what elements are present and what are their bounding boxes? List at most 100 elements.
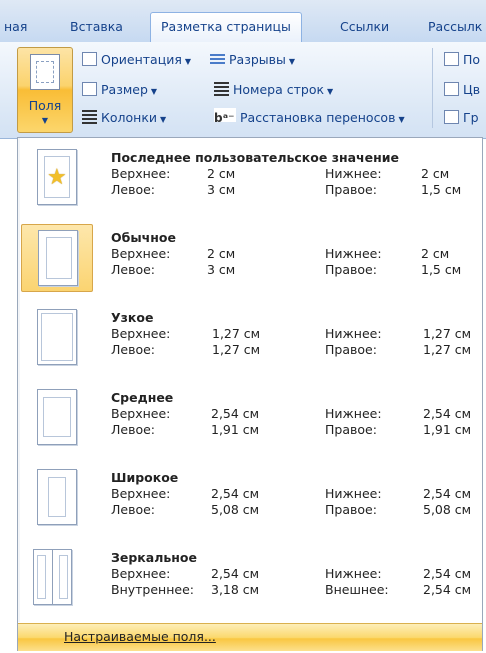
preset-title: Среднее: [111, 390, 174, 405]
columns-label: Колонки: [101, 110, 158, 125]
preset-normal[interactable]: Обычное Верхнее: 2 см Нижнее: 2 см Левое…: [18, 220, 482, 300]
preset-left-label: Левое:: [111, 502, 156, 517]
preset-bottom-label: Нижнее:: [325, 166, 382, 181]
preset-right-label: Правое:: [325, 502, 377, 517]
watermark-button[interactable]: По: [444, 50, 480, 70]
preset-top-value: 2 см: [207, 246, 236, 261]
custom-margins-menu-item[interactable]: Настраиваемые поля...: [18, 623, 482, 651]
preset-top-label: Верхнее:: [111, 246, 171, 261]
tab-home[interactable]: ная: [4, 14, 27, 40]
breaks-icon: [210, 52, 225, 66]
preset-right-label: Правое:: [325, 342, 377, 357]
page-color-icon: [444, 82, 459, 96]
normal-margins-icon: [38, 230, 78, 286]
preset-title: Последнее пользовательское значение: [111, 150, 399, 165]
hyphenation-icon: bᵃ⁻: [214, 108, 236, 125]
preset-top-label: Верхнее:: [111, 326, 171, 341]
hyphenation-label: Расстановка переносов: [240, 110, 396, 125]
orientation-button[interactable]: Ориентация ▼: [82, 50, 191, 70]
preset-inside-label: Внутреннее:: [111, 582, 194, 597]
preset-top-value: 2,54 см: [211, 566, 260, 581]
preset-narrow[interactable]: Узкое Верхнее: 1,27 см Нижнее: 1,27 см Л…: [18, 300, 482, 380]
preset-bottom-label: Нижнее:: [325, 246, 382, 261]
preset-bottom-label: Нижнее:: [325, 486, 382, 501]
preset-right-label: Правое:: [325, 422, 377, 437]
preset-bottom-label: Нижнее:: [325, 566, 382, 581]
preset-top-value: 2,54 см: [211, 406, 260, 421]
preset-moderate[interactable]: Среднее Верхнее: 2,54 см Нижнее: 2,54 см…: [18, 380, 482, 460]
preset-left-label: Левое:: [111, 422, 156, 437]
breaks-button[interactable]: Разрывы ▼: [210, 50, 295, 70]
preset-title: Обычное: [111, 230, 176, 245]
preset-right-value: 1,5 см: [421, 182, 462, 197]
preset-right-value: 1,27 см: [423, 342, 472, 357]
size-button[interactable]: Размер ▼: [82, 80, 157, 100]
preset-right-value: 5,08 см: [423, 502, 472, 517]
preset-top-label: Верхнее:: [111, 486, 171, 501]
mirrored-margins-icon: [33, 549, 53, 605]
orientation-label: Ориентация: [101, 52, 182, 67]
columns-icon: [82, 110, 97, 124]
preset-right-value: 1,5 см: [421, 262, 462, 277]
line-numbers-button[interactable]: Номера строк ▼: [214, 80, 333, 100]
preset-title: Зеркальное: [111, 550, 197, 565]
tab-insert[interactable]: Вставка: [70, 14, 123, 40]
wide-margins-icon: [37, 469, 77, 525]
preset-left-label: Левое:: [111, 342, 156, 357]
preset-left-value: 3 см: [207, 182, 236, 197]
preset-top-label: Верхнее:: [111, 166, 171, 181]
line-numbers-icon: [214, 82, 229, 96]
tab-references[interactable]: Ссылки: [340, 14, 389, 40]
preset-bottom-value: 2,54 см: [423, 486, 472, 501]
preset-outside-label: Внешнее:: [325, 582, 389, 597]
page-borders-label: Гр: [463, 110, 479, 125]
preset-top-value: 2 см: [207, 166, 236, 181]
preset-outside-value: 2,54 см: [423, 582, 472, 597]
page-borders-button[interactable]: Гр: [444, 108, 479, 128]
preset-thumbnail: [21, 304, 93, 372]
preset-top-label: Верхнее:: [111, 566, 171, 581]
breaks-label: Разрывы: [229, 52, 286, 67]
preset-thumbnail: [21, 464, 93, 532]
preset-left-value: 1,27 см: [212, 342, 261, 357]
chevron-down-icon: ▼: [184, 57, 192, 66]
margins-icon: [30, 54, 60, 90]
preset-right-value: 1,91 см: [423, 422, 472, 437]
chevron-down-icon: ▼: [398, 115, 405, 124]
narrow-margins-icon: [37, 309, 77, 365]
ribbon-page-setup-group: Поля ▼ Ориентация ▼ Размер ▼ Колонки ▼ Разр…: [0, 42, 486, 139]
ribbon-group-separator: [432, 48, 433, 128]
preset-mirrored[interactable]: Зеркальное Верхнее: 2,54 см Нижнее: 2,54…: [18, 540, 482, 620]
margins-dropdown-menu: ★ Последнее пользовательское значение Ве…: [17, 137, 483, 651]
chevron-down-icon: ▼: [327, 87, 334, 96]
watermark-icon: [444, 52, 459, 66]
preset-thumbnail: ★: [21, 144, 93, 212]
ribbon-tab-strip: ная Вставка Разметка страницы Ссылки Рас…: [0, 0, 486, 43]
tab-page-layout[interactable]: Разметка страницы: [150, 12, 302, 43]
custom-margins-star-icon: ★: [37, 149, 77, 205]
preset-left-value: 3 см: [207, 262, 236, 277]
preset-bottom-value: 2 см: [421, 166, 450, 181]
preset-last-custom[interactable]: ★ Последнее пользовательское значение Ве…: [18, 140, 482, 220]
preset-right-label: Правое:: [325, 262, 377, 277]
chevron-down-icon: ▼: [288, 57, 296, 66]
line-numbers-label: Номера строк: [233, 82, 325, 97]
preset-thumbnail: [21, 224, 93, 292]
page-color-button[interactable]: Цв: [444, 80, 480, 100]
preset-wide[interactable]: Широкое Верхнее: 2,54 см Нижнее: 2,54 см…: [18, 460, 482, 540]
margins-button[interactable]: Поля ▼: [17, 47, 73, 133]
mirrored-margins-icon: [52, 549, 72, 605]
page-borders-icon: [444, 110, 459, 124]
preset-bottom-value: 2,54 см: [423, 406, 472, 421]
columns-button[interactable]: Колонки ▼: [82, 108, 166, 128]
preset-top-value: 1,27 см: [212, 326, 261, 341]
chevron-down-icon: ▼: [41, 116, 49, 125]
preset-bottom-label: Нижнее:: [325, 326, 382, 341]
preset-left-label: Левое:: [111, 262, 156, 277]
tab-mailings[interactable]: Рассылк: [428, 14, 482, 40]
size-label: Размер: [101, 82, 148, 97]
hyphenation-button[interactable]: bᵃ⁻ Расстановка переносов ▼: [214, 108, 405, 128]
preset-title: Широкое: [111, 470, 179, 485]
preset-inside-value: 3,18 см: [211, 582, 260, 597]
preset-thumbnail: [21, 544, 93, 612]
